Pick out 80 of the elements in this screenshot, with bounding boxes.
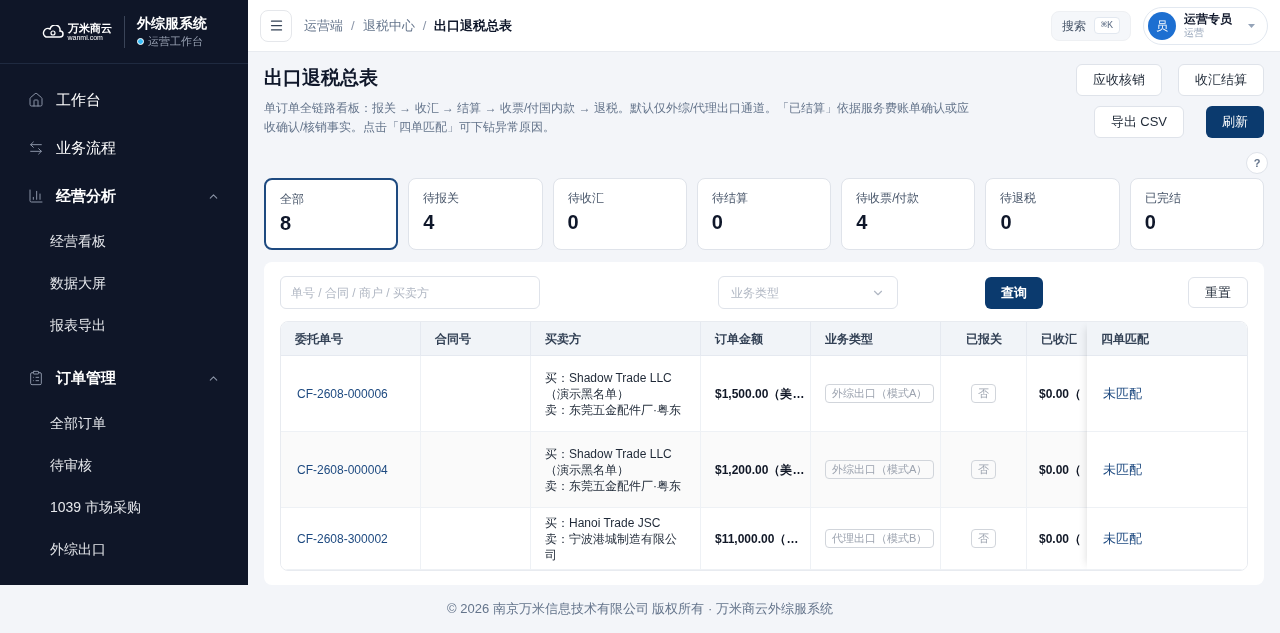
query-button[interactable]: 查询 [985,276,1043,309]
party-text: 卖：东莞五金配件厂·粤东 [545,401,682,418]
column-header: 业务类型 [811,322,941,355]
reset-button[interactable]: 重置 [1188,277,1248,308]
sidebar-item[interactable]: 工作台 [0,76,248,124]
stat-card[interactable]: 待结算 0 [696,178,832,250]
clipboard-icon [28,370,44,386]
business-type-tag: 代理出口（模式B） [825,529,935,548]
received-amount-text: $0.00（ [1039,385,1082,403]
sidebar-subitem[interactable]: 1039 市场采购 [0,486,248,528]
party-text: 买：Shadow Trade LLC（演示黑名单） [545,369,673,402]
order-number-link[interactable]: CF-2608-000006 [297,384,388,403]
stat-card[interactable]: 待收票/付款 4 [841,178,976,250]
amount-text: $11,000.00（… [715,530,799,548]
sidebar-subitem[interactable]: 经营看板 [0,220,248,262]
column-header: 四单匹配 [1087,322,1247,356]
party-text: 卖：宁波港城制造有限公司 [545,530,678,563]
sidebar-item[interactable]: 业务流程 [0,124,248,172]
stat-card[interactable]: 全部 8 [264,178,399,250]
match-status-link[interactable]: 未匹配 [1103,459,1142,480]
breadcrumb-link[interactable]: 退税中心 [362,15,415,36]
business-type-tag: 外综出口（模式A） [825,460,935,479]
breadcrumb-separator: / [422,16,427,35]
user-name: 运营专员 [1184,11,1232,27]
breadcrumb-link[interactable]: 运营端 [304,15,343,36]
menu-icon [268,18,284,33]
chart-icon [28,188,44,204]
sidebar-subitem[interactable]: 数据大屏 [0,262,248,304]
menu-toggle-button[interactable] [260,9,292,42]
column-header: 委托单号 [281,322,421,355]
received-amount-text: $0.00（ [1039,530,1082,548]
system-subtitle: 运营工作台 [147,34,203,50]
action-button[interactable]: 应收核销 [1076,64,1162,96]
sidebar-subitem[interactable]: 外综出口 [0,528,248,570]
page-description: 单订单全链路看板：报关 → 收汇 → 结算 → 收票/付国内款 → 退税。默认仅外综/代理出口通道。「已结算」依据服务费账单确认或应收确认/核销事实。点击「四单匹配」可下钻异常原因。 [264,99,971,136]
order-number-link[interactable]: CF-2608-000004 [297,460,388,479]
stat-card[interactable]: 待报关 4 [408,178,543,250]
column-header: 已报关 [941,322,1027,355]
refresh-button[interactable]: 刷新 [1206,106,1264,138]
order-number-link[interactable]: CF-2608-300002 [297,529,388,548]
sidebar-group[interactable]: 订单管理 [0,354,248,402]
declared-tag: 否 [971,460,996,479]
party-text: 买：Hanoi Trade JSC [545,514,662,531]
column-header: 已收汇 [1040,330,1078,348]
cloud-logo-icon [41,24,64,39]
sidebar-subitem[interactable]: 全部订单 [0,402,248,444]
amount-text: $1,500.00（美… [715,385,805,403]
search-field[interactable]: 单号 / 合同 / 商户 / 买卖方 [280,276,540,309]
logo-text: 万米商云 [67,22,112,34]
user-role: 运营 [1184,26,1205,40]
action-button[interactable]: 收汇结算 [1178,64,1264,96]
help-button[interactable]: ? [1246,152,1268,174]
export-button[interactable]: 导出 CSV [1093,106,1184,138]
stat-card[interactable]: 待收汇 0 [552,178,687,250]
declared-tag: 否 [971,384,996,403]
business-type-tag: 外综出口（模式A） [825,384,935,403]
sidebar-group[interactable]: 经营分析 [0,172,248,220]
sidebar-subitem[interactable]: 报表导出 [0,304,248,346]
sidebar-subitem[interactable]: 待审核 [0,444,248,486]
user-avatar: 员 [1148,11,1176,40]
declared-tag: 否 [971,529,996,548]
amount-text: $1,200.00（美… [715,461,805,479]
search-button[interactable]: 搜索 ⌘K [1050,10,1131,41]
system-title: 外综服系统 [136,14,207,34]
arrows-icon [28,140,44,156]
stat-card[interactable]: 待退税 0 [985,178,1120,250]
column-header: 订单金额 [701,322,811,355]
stat-card[interactable]: 已完结 0 [1129,178,1264,250]
match-status-link[interactable]: 未匹配 [1103,383,1142,404]
caret-down-icon [1248,23,1255,28]
received-amount-text: $0.00（ [1039,461,1082,479]
shortcut-key: ⌘K [1093,17,1120,34]
party-text: 买：Shadow Trade LLC（演示黑名单） [545,445,673,478]
column-header: 买卖方 [531,322,701,355]
column-header: 合同号 [421,322,531,355]
home-icon [28,92,44,108]
page-title: 出口退税总表 [264,66,379,90]
party-text: 卖：东莞五金配件厂·粤东 [545,477,682,494]
match-status-link[interactable]: 未匹配 [1103,528,1142,549]
breadcrumb-separator: / [351,16,355,35]
